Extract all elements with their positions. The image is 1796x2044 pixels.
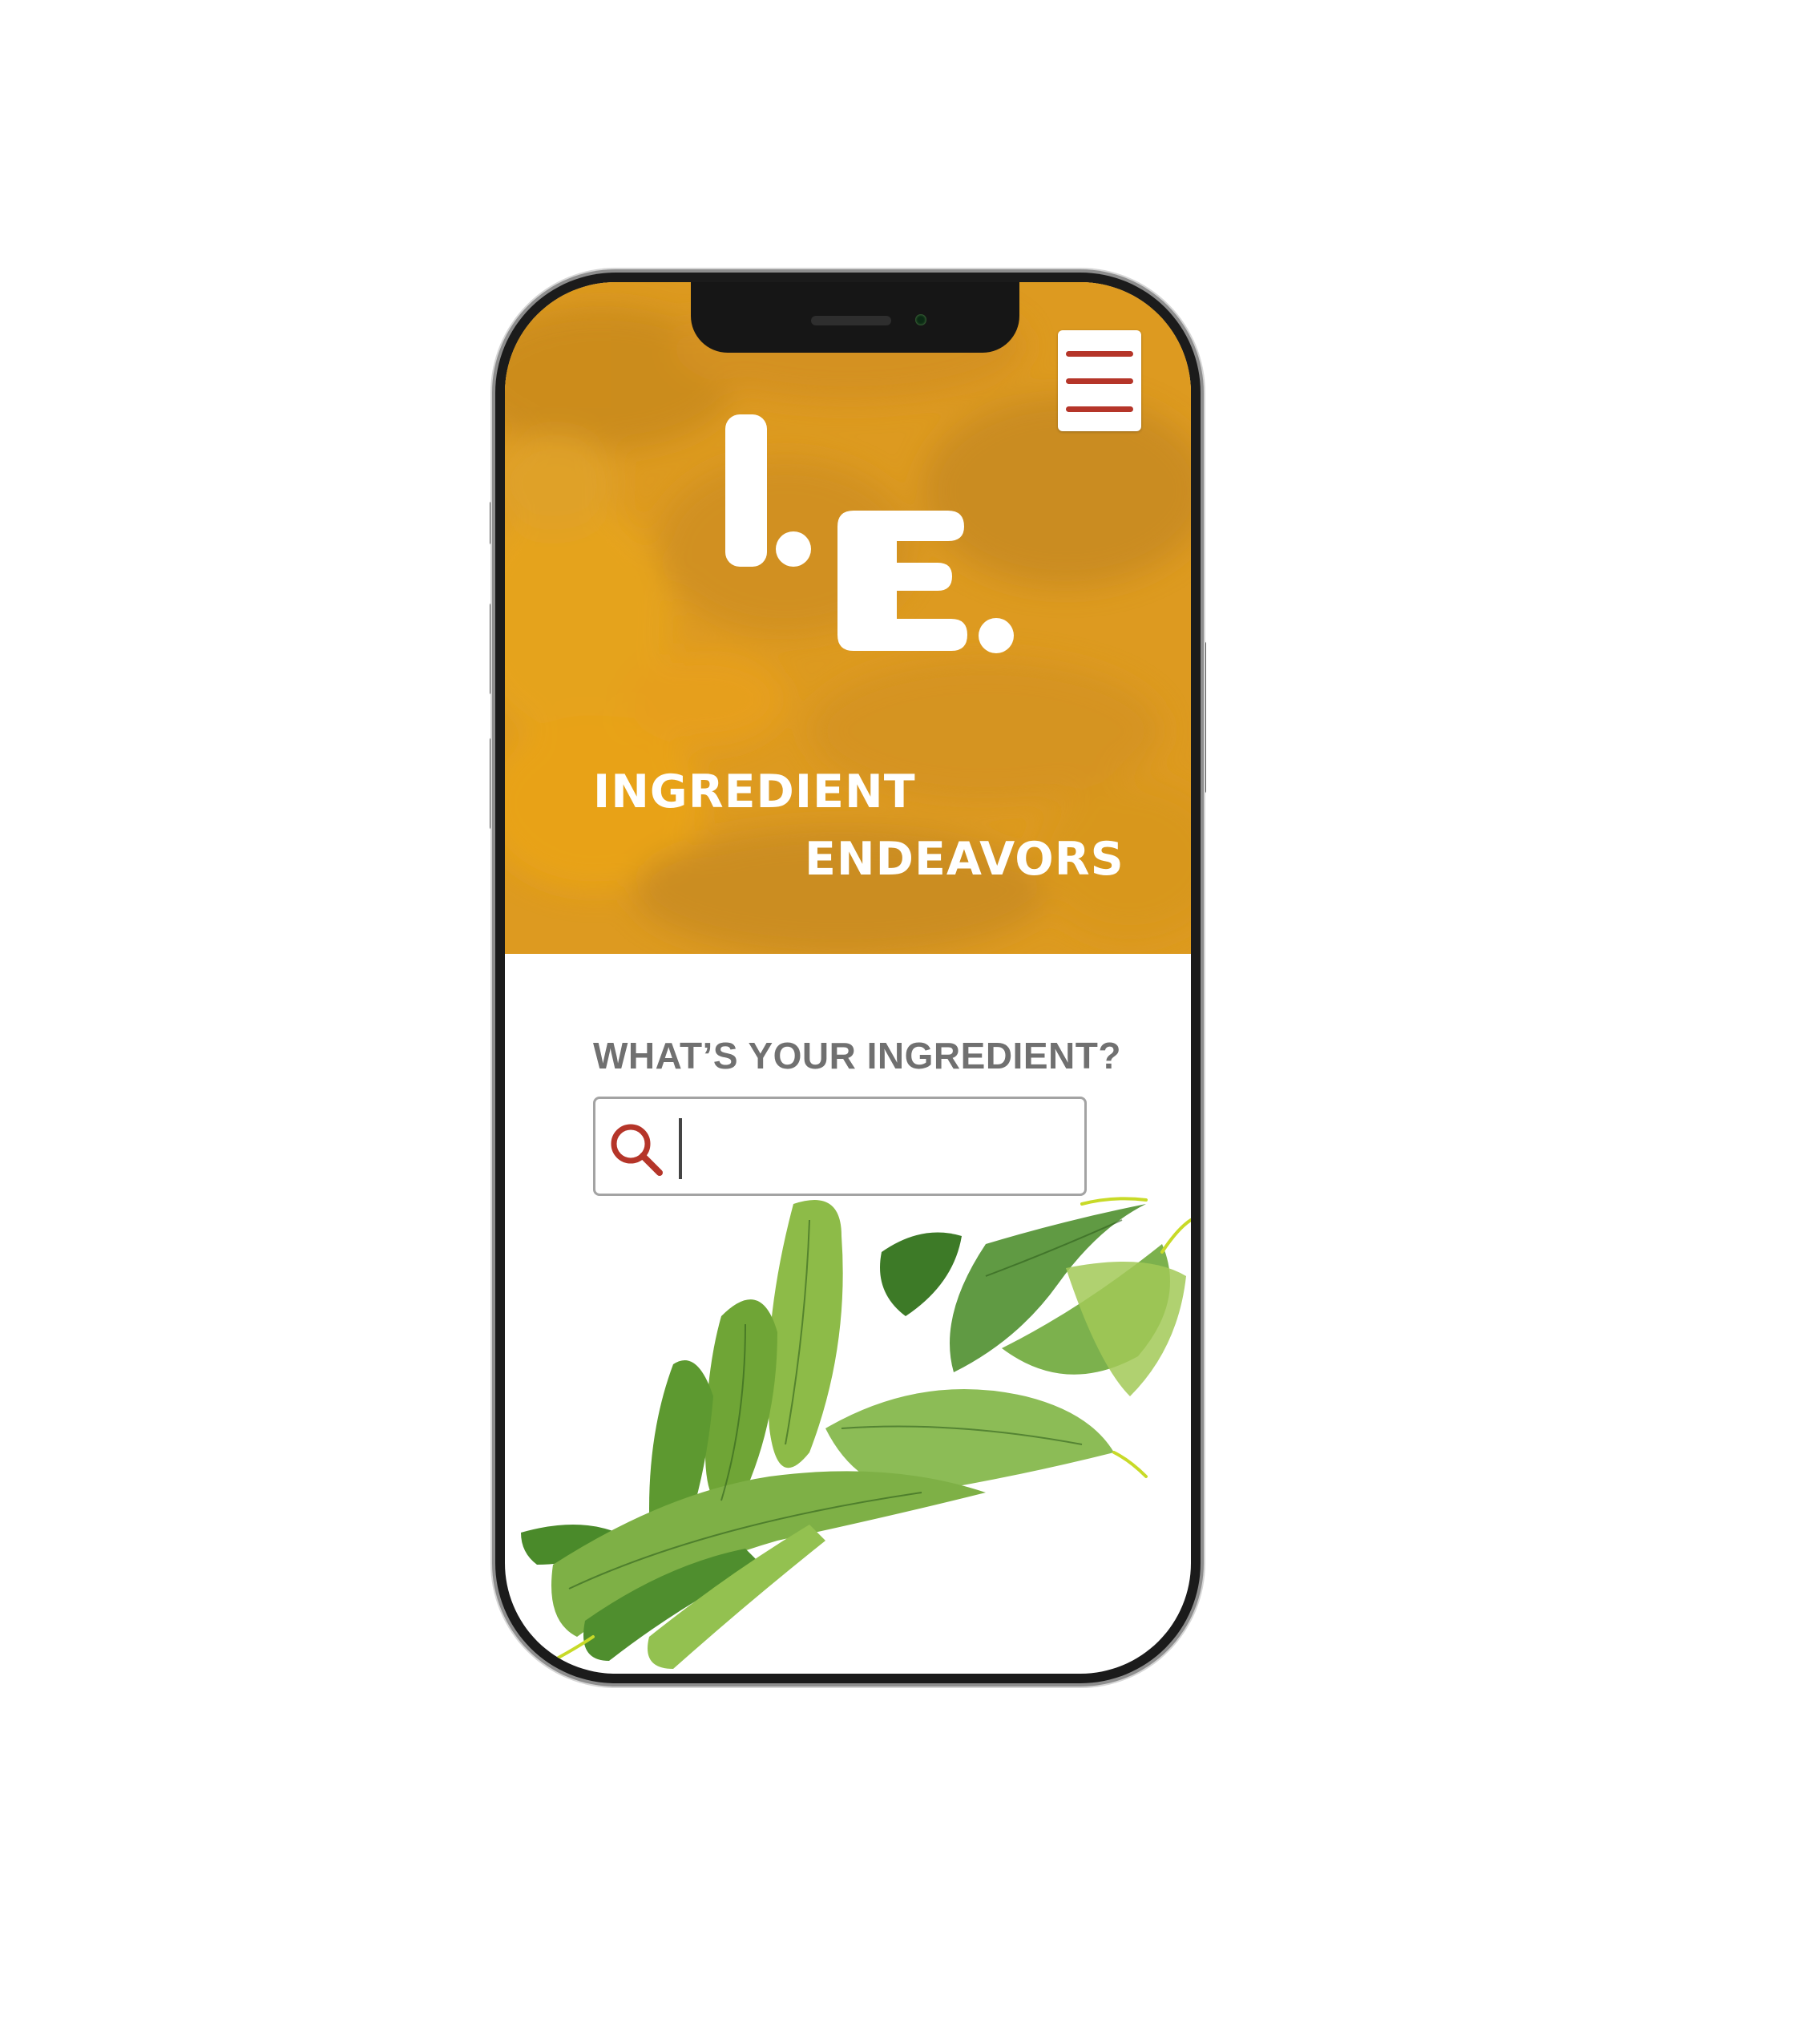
phone-camera bbox=[915, 314, 926, 325]
ie-logo bbox=[725, 414, 1014, 653]
brand-name-line-2: ENDEAVORS bbox=[805, 833, 1124, 886]
hero-banner: INGREDIENT ENDEAVORS bbox=[505, 282, 1191, 954]
search-box[interactable] bbox=[593, 1097, 1087, 1196]
search-icon bbox=[611, 1124, 663, 1176]
phone-notch bbox=[691, 282, 1019, 353]
text-cursor bbox=[679, 1118, 682, 1179]
menu-button[interactable] bbox=[1058, 330, 1141, 431]
phone-screen: INGREDIENT ENDEAVORS WHAT’S YOUR INGREDI… bbox=[505, 282, 1191, 1674]
leafy-greens-illustration bbox=[521, 1197, 1191, 1670]
ingredient-search-input[interactable] bbox=[676, 1110, 1076, 1181]
brand-name-line-1: INGREDIENT bbox=[593, 765, 916, 818]
phone-speaker bbox=[811, 316, 891, 325]
search-prompt: WHAT’S YOUR INGREDIENT? bbox=[593, 1035, 1121, 1077]
phone-power-button bbox=[1200, 641, 1206, 794]
